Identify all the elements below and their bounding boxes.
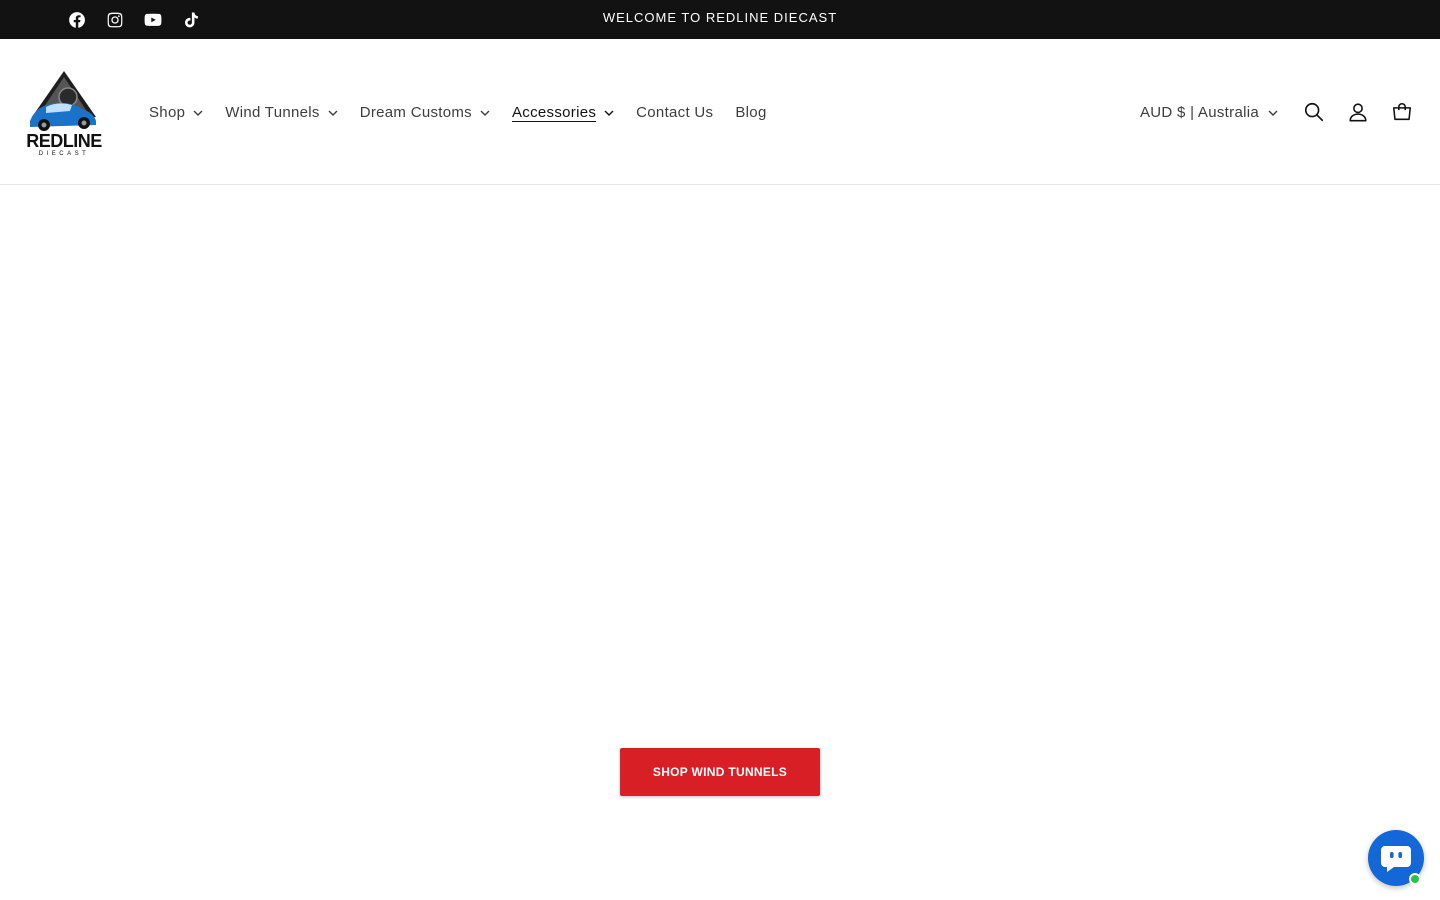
nav-item-accessories[interactable]: Accessories (501, 92, 625, 132)
nav-label: Contact Us (636, 103, 714, 121)
cart-button[interactable] (1380, 90, 1424, 134)
announcement-text: WELCOME TO REDLINE DIECAST (602, 10, 838, 25)
nav-item-dream-customs[interactable]: Dream Customs (349, 92, 501, 132)
chat-bubble-icon (1381, 846, 1411, 872)
tiktok-link[interactable] (172, 0, 210, 39)
search-button[interactable] (1292, 90, 1336, 134)
chevron-down-icon (1268, 110, 1278, 116)
nav-item-shop[interactable]: Shop (138, 92, 214, 132)
redline-logo[interactable]: REDLINE DIECAST (26, 69, 102, 157)
social-links (58, 0, 210, 39)
facebook-icon (69, 11, 85, 28)
nav-label: Shop (149, 103, 186, 121)
nav-item-blog[interactable]: Blog (724, 92, 777, 132)
nav-item-contact-us[interactable]: Contact Us (625, 92, 724, 132)
online-status-dot (1409, 873, 1421, 885)
logo-subtext: DIECAST (39, 151, 90, 157)
nav-label: Blog (735, 103, 767, 121)
cart-icon (1392, 103, 1412, 121)
chevron-down-icon (328, 110, 338, 116)
site-header: REDLINE DIECAST Shop Wind Tunnels Dream … (0, 39, 1440, 185)
youtube-link[interactable] (134, 0, 172, 39)
instagram-link[interactable] (96, 0, 134, 39)
chevron-down-icon (193, 110, 203, 116)
main-nav: Shop Wind Tunnels Dream Customs Accessor… (138, 39, 778, 185)
currency-label: AUD $ | Australia (1139, 103, 1259, 121)
chevron-down-icon (604, 110, 614, 116)
nav-label: Dream Customs (359, 103, 472, 121)
chat-launcher[interactable] (1368, 830, 1424, 886)
instagram-icon (107, 12, 123, 27)
account-icon (1349, 103, 1367, 122)
facebook-link[interactable] (58, 0, 96, 39)
search-icon (1304, 102, 1324, 122)
youtube-icon (144, 13, 162, 26)
nav-label: Accessories (511, 103, 597, 121)
currency-selector[interactable]: AUD $ | Australia (1140, 104, 1278, 121)
shop-wind-tunnels-button[interactable]: SHOP WIND TUNNELS (620, 748, 820, 796)
chevron-down-icon (480, 110, 490, 116)
logo-wordmark: REDLINE (26, 131, 102, 151)
nav-item-wind-tunnels[interactable]: Wind Tunnels (214, 92, 348, 132)
announcement-bar: WELCOME TO REDLINE DIECAST (0, 0, 1440, 39)
tiktok-icon (185, 12, 198, 27)
account-button[interactable] (1336, 90, 1380, 134)
nav-label: Wind Tunnels (225, 103, 320, 121)
header-actions: AUD $ | Australia (1140, 39, 1424, 185)
hero-banner: SHOP WIND TUNNELS (0, 185, 1440, 900)
